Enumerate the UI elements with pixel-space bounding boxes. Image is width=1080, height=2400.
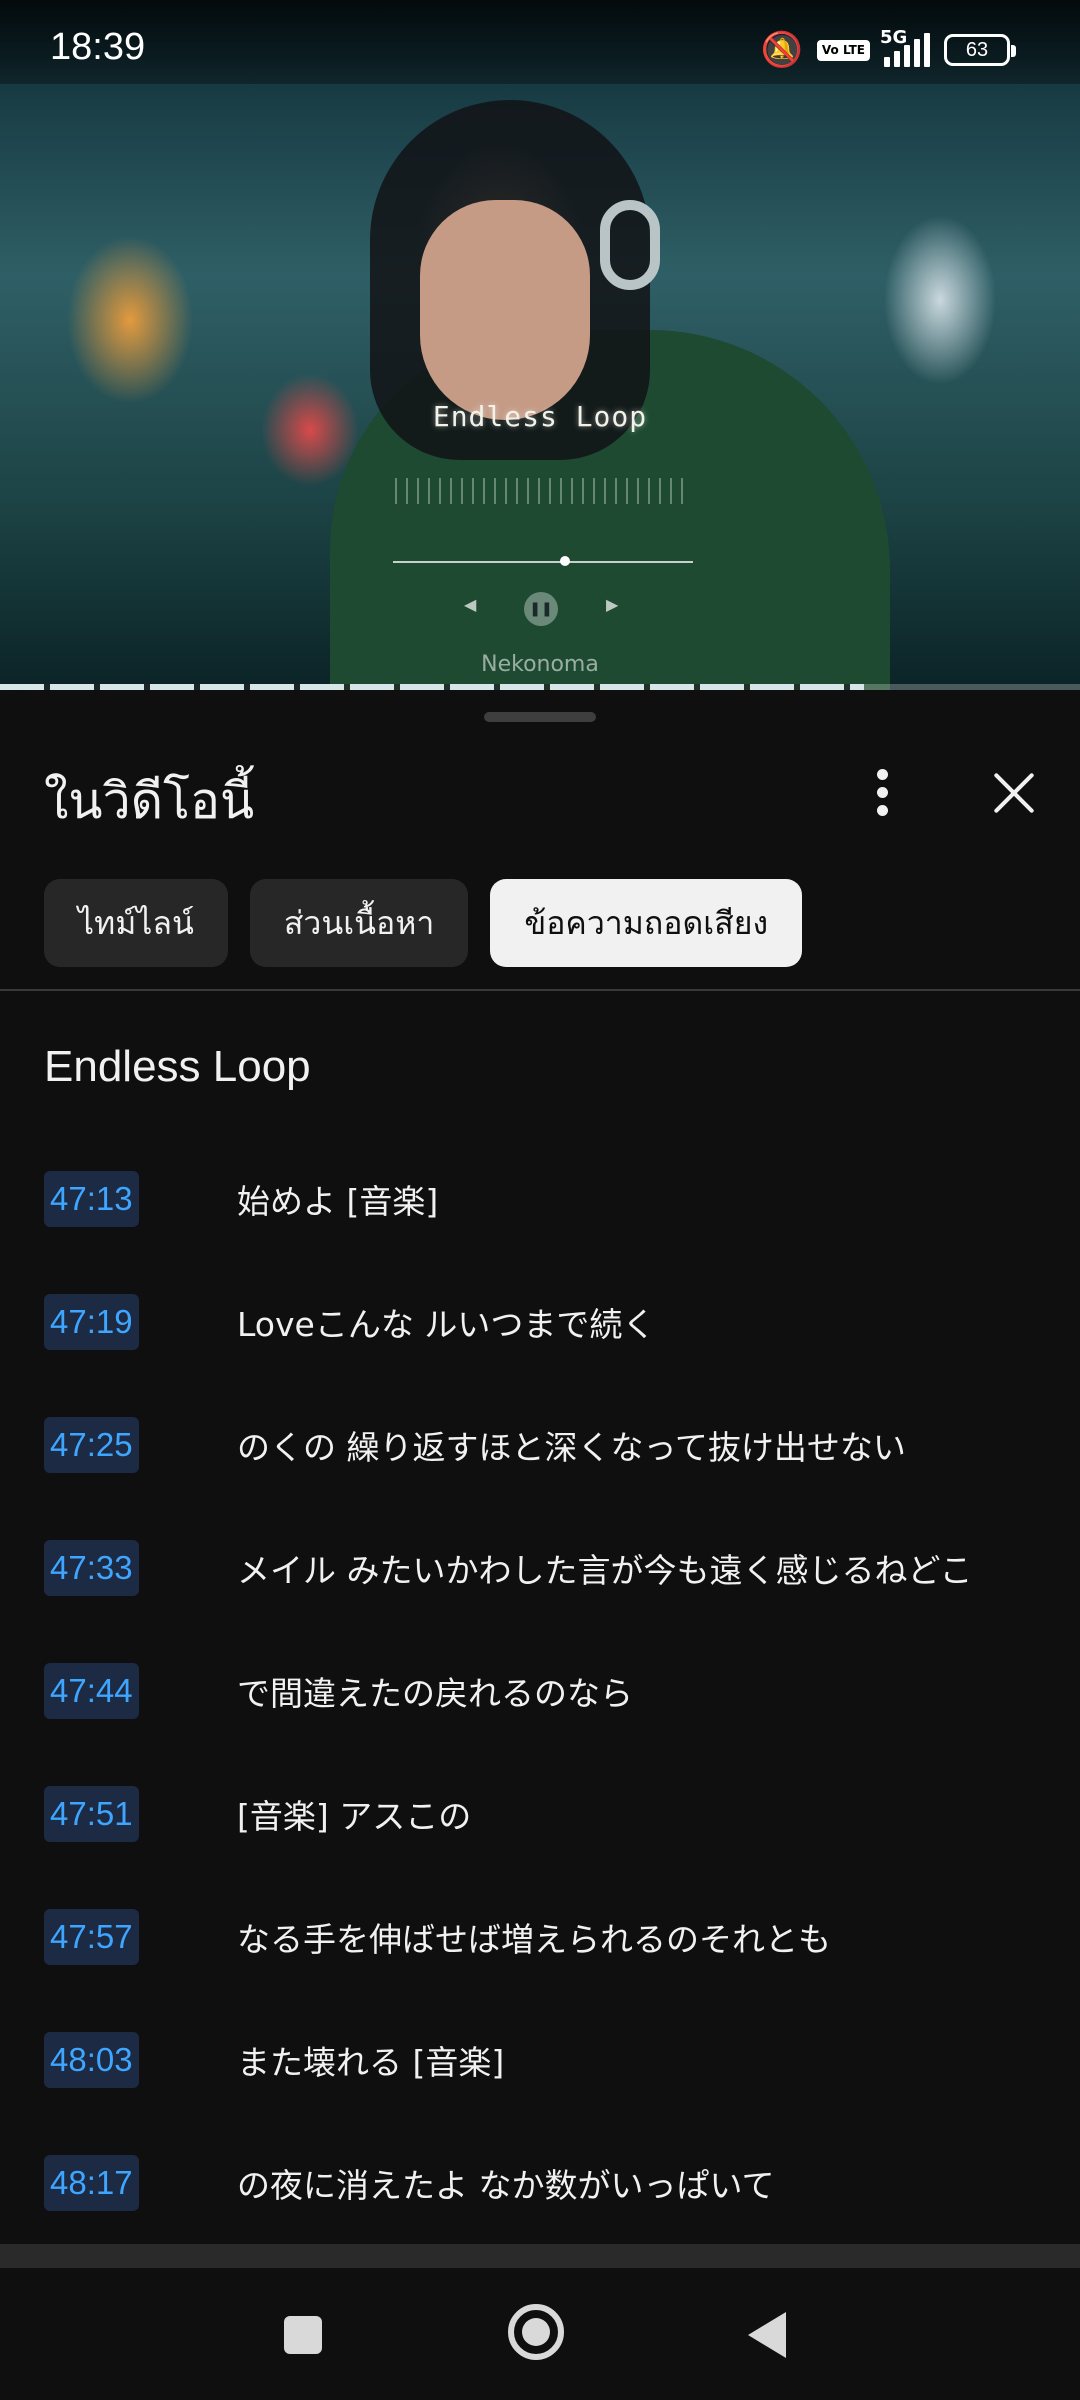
home-icon[interactable] xyxy=(508,2304,564,2360)
transcript-timestamp[interactable]: 47:33 xyxy=(44,1539,139,1596)
overlay-next-icon: ▶ xyxy=(606,595,619,614)
video-overlay-seek-dot xyxy=(560,556,570,566)
volte-icon: Vo LTE xyxy=(816,39,870,61)
transcript-text: 始めよ [音楽] xyxy=(237,1181,439,1221)
video-frame-face xyxy=(420,200,590,420)
transcript-row[interactable]: 47:25 のくの 繰り返すほと深くなって抜け出せない xyxy=(0,1383,1080,1506)
back-icon[interactable] xyxy=(748,2312,786,2358)
transcript-text: Loveこんな ルいつまで続く xyxy=(237,1304,656,1344)
drag-handle[interactable] xyxy=(484,712,596,722)
transcript-row[interactable]: 47:51 [音楽] アスこの xyxy=(0,1752,1080,1875)
transcript-row[interactable]: 47:33 メイル みたいかわした言が今も遠く感じるねどこ xyxy=(0,1506,1080,1629)
transcript-text: また壊れる [音楽] xyxy=(237,2042,505,2082)
overlay-pause-icon: ❚❚ xyxy=(524,592,558,626)
battery-icon: 63 xyxy=(944,34,1016,66)
transcript-row[interactable]: 47:13 始めよ [音楽] xyxy=(0,1137,1080,1260)
status-icons: 🔕 Vo LTE 5G 63 xyxy=(760,27,1016,70)
transcript-text: [音楽] アスこの xyxy=(237,1796,472,1836)
transcript-section-title: Endless Loop xyxy=(44,1042,311,1091)
video-overlay-waveform xyxy=(395,478,690,504)
transcript-timestamp[interactable]: 47:25 xyxy=(44,1416,139,1473)
notifications-muted-icon: 🔕 xyxy=(760,30,803,70)
transcript-timestamp[interactable]: 48:03 xyxy=(44,2031,139,2088)
transcript-row[interactable]: 47:19 Loveこんな ルいつまで続く xyxy=(0,1260,1080,1383)
video-progress-bar[interactable] xyxy=(0,684,1080,690)
signal-icon: 5G xyxy=(880,27,930,67)
transcript-row[interactable]: 48:03 また壊れる [音楽] xyxy=(0,1998,1080,2121)
divider xyxy=(0,989,1080,991)
in-this-video-panel: ในวิดีโอนี้ ไทม์ไลน์ ส่วนเนื้อหา ข้อความ… xyxy=(0,692,1080,2268)
video-progress-fill xyxy=(0,684,864,690)
battery-level: 63 xyxy=(965,38,989,61)
tab-chapters[interactable]: ส่วนเนื้อหา xyxy=(249,879,469,967)
transcript-timestamp[interactable]: 48:17 xyxy=(44,2154,139,2211)
video-overlay-title: Endless Loop xyxy=(432,400,648,433)
video-overlay-seek-line xyxy=(393,561,693,563)
network-type-label: 5G xyxy=(880,27,908,48)
transcript-row[interactable]: 47:57 なる手を伸ばせば増えられるのそれとも xyxy=(0,1875,1080,1998)
panel-bottom-edge xyxy=(0,2244,1080,2268)
transcript-text: メイル みたいかわした言が今も遠く感じるねどこ xyxy=(237,1550,973,1590)
video-frame-headphone xyxy=(600,200,660,290)
channel-watermark: Nekonoma xyxy=(481,652,599,677)
overlay-prev-icon: ◀ xyxy=(464,595,477,614)
panel-tabs: ไทม์ไลน์ ส่วนเนื้อหา ข้อความถอดเสียง xyxy=(44,879,803,967)
transcript-text: の夜に消えたよ なか数がいっぱいて xyxy=(237,2165,775,2205)
system-nav-bar xyxy=(0,2268,1080,2400)
transcript-row[interactable]: 47:44 で間違えたの戻れるのなら xyxy=(0,1629,1080,1752)
transcript-timestamp[interactable]: 47:51 xyxy=(44,1785,139,1842)
status-bar: 18:39 🔕 Vo LTE 5G 63 xyxy=(0,0,1080,84)
tab-timeline[interactable]: ไทม์ไลน์ xyxy=(44,879,228,967)
transcript-text: なる手を伸ばせば増えられるのそれとも xyxy=(237,1919,831,1959)
recents-icon[interactable] xyxy=(284,2316,322,2354)
transcript-list: 47:13 始めよ [音楽] 47:19 Loveこんな ルいつまで続く 47:… xyxy=(0,1137,1080,2244)
close-icon[interactable] xyxy=(985,764,1043,822)
transcript-text: で間違えたの戻れるのなら xyxy=(237,1673,633,1713)
tab-transcript[interactable]: ข้อความถอดเสียง xyxy=(490,879,803,967)
transcript-row[interactable]: 48:17 の夜に消えたよ なか数がいっぱいて xyxy=(0,2121,1080,2244)
transcript-timestamp[interactable]: 47:57 xyxy=(44,1908,139,1965)
transcript-timestamp[interactable]: 47:13 xyxy=(44,1170,139,1227)
transcript-timestamp[interactable]: 47:19 xyxy=(44,1293,139,1350)
transcript-text: のくの 繰り返すほと深くなって抜け出せない xyxy=(237,1427,906,1467)
more-options-icon[interactable] xyxy=(860,762,904,822)
video-player[interactable]: Endless Loop ◀ ❚❚ ▶ Nekonoma xyxy=(0,0,1080,690)
status-time: 18:39 xyxy=(50,26,146,68)
transcript-timestamp[interactable]: 47:44 xyxy=(44,1662,139,1719)
panel-title: ในวิดีโอนี้ xyxy=(44,772,255,830)
